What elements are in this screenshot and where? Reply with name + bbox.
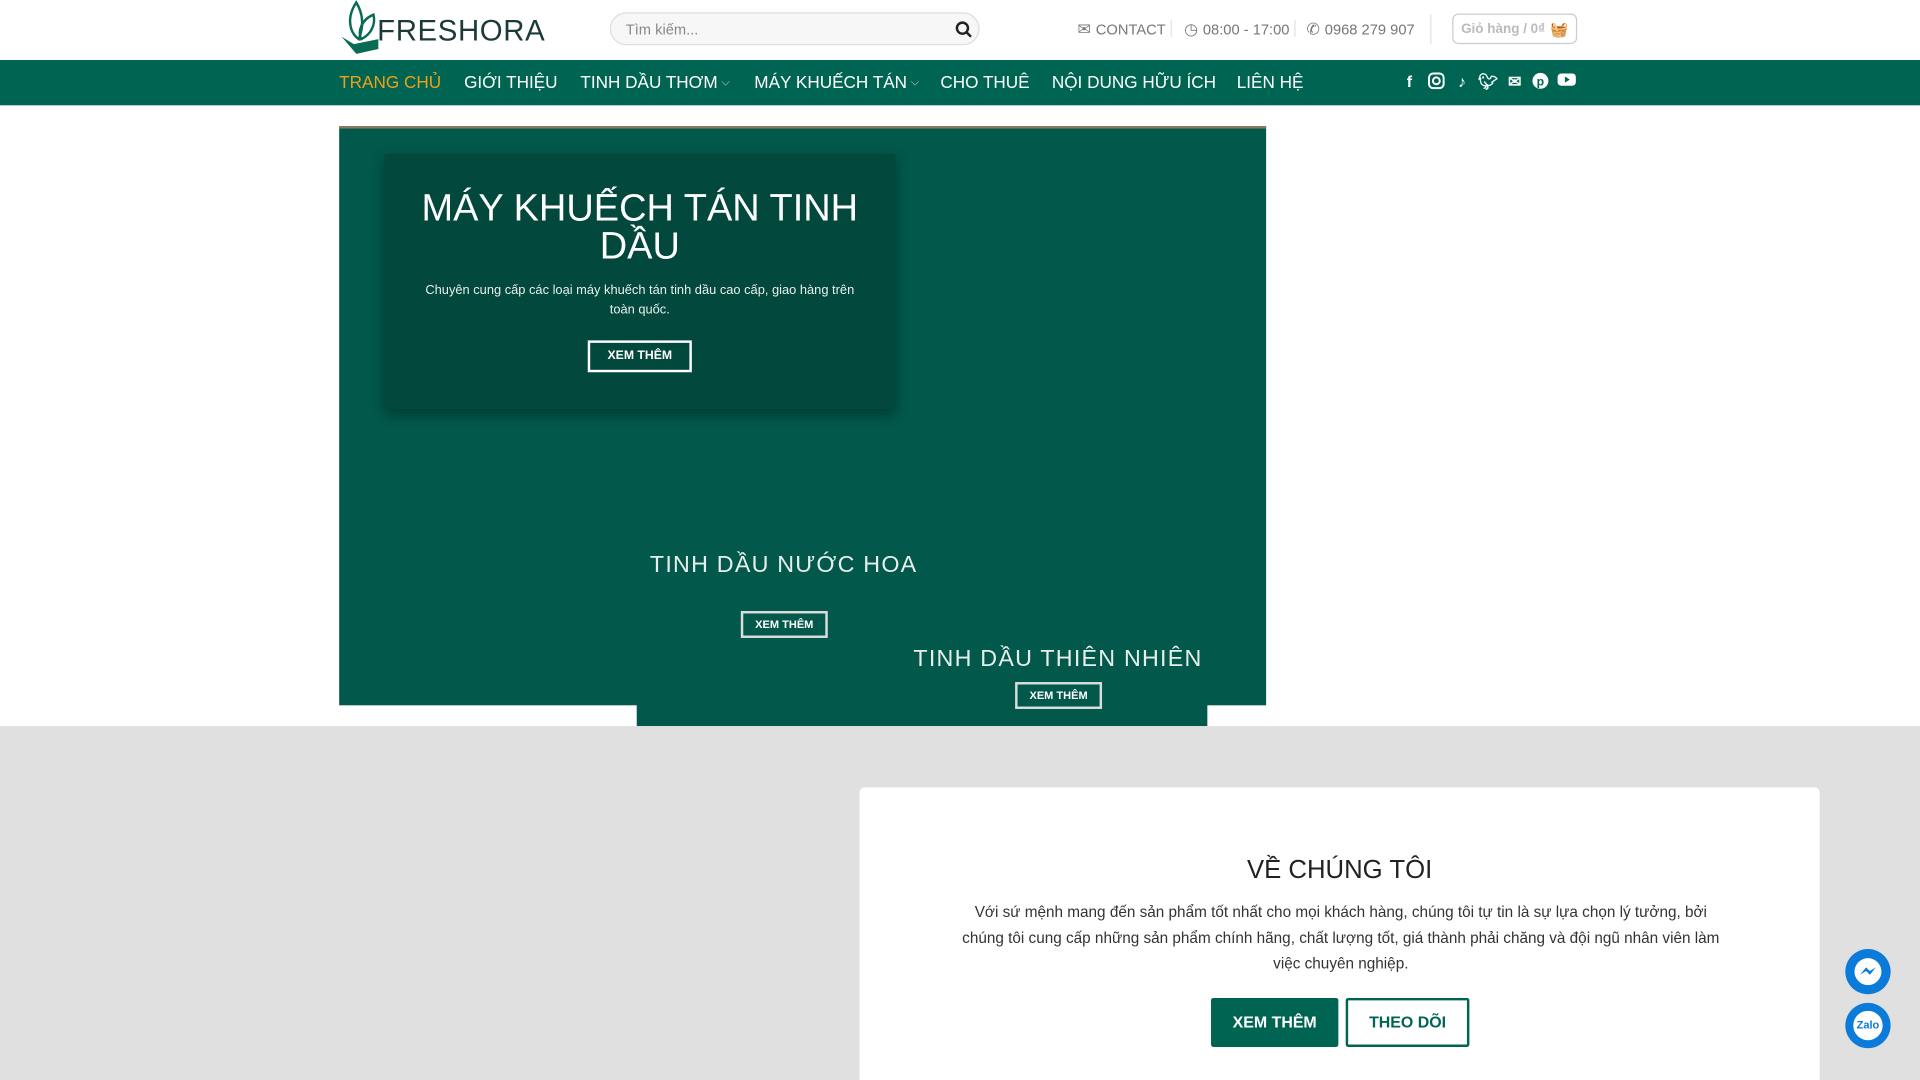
- nav-tinh-dau-thom[interactable]: TINH DẦU THƠM ⌵: [580, 72, 729, 92]
- tiktok-icon[interactable]: ♪: [1452, 72, 1472, 92]
- chevron-down-icon: ⌵: [910, 75, 920, 88]
- search-input[interactable]: [623, 19, 947, 40]
- logo-text: FRESHORA: [377, 14, 546, 48]
- nav-may-khuech-tan[interactable]: MÁY KHUẾCH TÁN ⌵: [754, 72, 919, 92]
- zalo-button[interactable]: Zalo: [1845, 1002, 1891, 1049]
- about-card: VỀ CHÚNG TÔI Với sứ mệnh mang đến sản ph…: [859, 787, 1820, 1080]
- nav-trang-chu[interactable]: TRANG CHỦ: [339, 72, 441, 92]
- phone-icon: ✆: [1306, 19, 1320, 38]
- search-icon[interactable]: [955, 21, 972, 38]
- divider: [1430, 14, 1432, 45]
- natural-oil-title: TINH DẦU THIÊN NHIÊN: [913, 646, 1203, 673]
- basket-icon: 🧺: [1549, 20, 1569, 38]
- leaf-hand-icon: [341, 0, 379, 54]
- envelope-icon: ✉: [1077, 19, 1091, 38]
- about-text: Với sứ mệnh mang đến sản phẩm tốt nhất c…: [962, 903, 1720, 973]
- about-more-button[interactable]: XEM THÊM: [1211, 997, 1339, 1047]
- messenger-button[interactable]: [1845, 948, 1891, 995]
- search-box[interactable]: [609, 12, 980, 46]
- follow-button[interactable]: THEO DÕI: [1345, 997, 1470, 1047]
- youtube-icon[interactable]: [1556, 72, 1576, 92]
- nav-cho-thue[interactable]: CHO THUÊ: [940, 72, 1029, 92]
- pinterest-icon[interactable]: p: [1531, 72, 1551, 92]
- phone-link[interactable]: ✆ 0968 279 907: [1307, 20, 1415, 40]
- contact-link[interactable]: ✉ CONTACT: [1078, 20, 1166, 40]
- hero-more-button[interactable]: XEM THÊM: [587, 340, 692, 373]
- divider: [1294, 19, 1296, 37]
- instagram-icon[interactable]: [1427, 72, 1447, 92]
- divider: [1170, 19, 1172, 37]
- hours-link[interactable]: ◷ 08:00 - 17:00: [1184, 20, 1289, 40]
- perfume-oil-title: TINH DẦU NƯỚC HOA: [649, 552, 918, 578]
- perfume-more-button[interactable]: XEM THÊM: [740, 611, 828, 638]
- nav-lien-he[interactable]: LIÊN HỆ: [1237, 72, 1304, 92]
- chevron-down-icon: ⌵: [721, 75, 730, 88]
- clock-icon: ◷: [1184, 19, 1198, 38]
- nav-noi-dung-huu-ich[interactable]: NỘI DUNG HỮU ÍCH: [1052, 72, 1216, 92]
- hero-title: MÁY KHUẾCH TÁN TINH DẦU: [421, 186, 859, 267]
- hero-card: MÁY KHUẾCH TÁN TINH DẦU Chuyên cung cấp …: [384, 154, 896, 409]
- about-title: VỀ CHÚNG TÔI: [1246, 855, 1433, 885]
- cart-button[interactable]: Giỏ hàng / 0₫ 🧺: [1452, 13, 1578, 45]
- natural-more-button[interactable]: XEM THÊM: [1015, 682, 1103, 709]
- svg-text:p: p: [1537, 75, 1544, 89]
- nav-gioi-thieu[interactable]: GIỚI THIỆU: [464, 72, 557, 92]
- hero-text: Chuyên cung cấp các loại máy khuếch tán …: [425, 282, 855, 318]
- facebook-icon[interactable]: f: [1400, 72, 1420, 92]
- messenger-icon: [1854, 958, 1882, 986]
- email-icon[interactable]: ✉: [1505, 72, 1525, 92]
- twitter-icon[interactable]: 🐦︎: [1478, 72, 1498, 92]
